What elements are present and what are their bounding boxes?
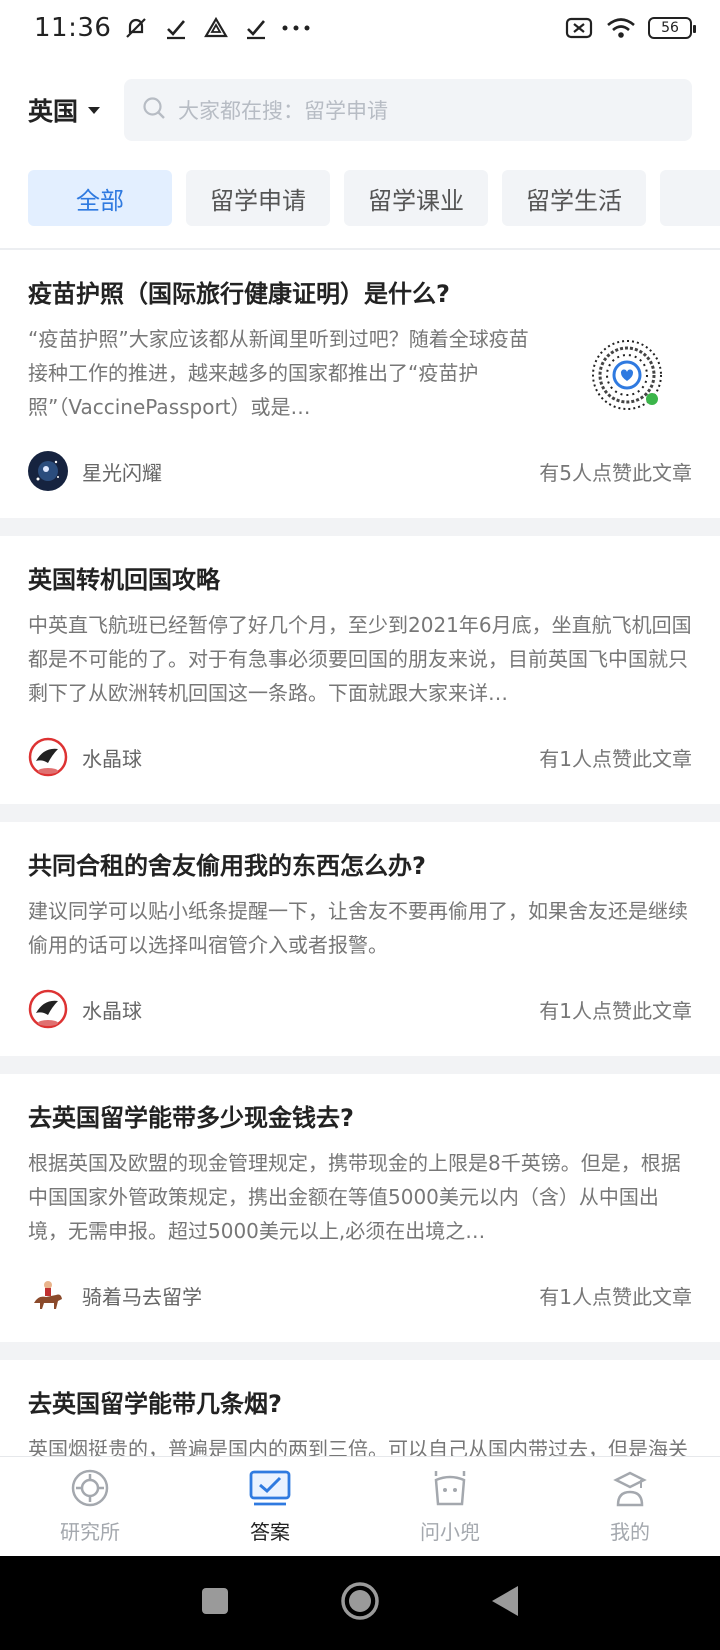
nav-profile[interactable]: 我的 bbox=[540, 1457, 720, 1556]
article-excerpt: 根据英国及欧盟的现金管理规定，携带现金的上限是8千英镑。但是，根据中国国家外管政… bbox=[28, 1151, 681, 1243]
like-count: 有1人点赞此文章 bbox=[539, 1284, 692, 1309]
like-count: 有1人点赞此文章 bbox=[539, 998, 692, 1023]
author-name[interactable]: 水晶球 bbox=[82, 743, 142, 772]
like-count: 有5人点赞此文章 bbox=[539, 460, 692, 485]
battery-icon: 56 bbox=[648, 17, 696, 39]
nav-answers[interactable]: 答案 bbox=[180, 1457, 360, 1556]
search-header: 英国 大家都在搜：留学申请 bbox=[0, 78, 720, 142]
article-title: 去英国留学能带多少现金钱去? bbox=[28, 1104, 354, 1132]
nav-ask-bot[interactable]: 问小兜 bbox=[360, 1457, 540, 1556]
status-right: 56 bbox=[564, 13, 696, 43]
nav-label: 问小兜 bbox=[420, 1520, 480, 1544]
avatar[interactable] bbox=[28, 451, 68, 491]
avatar[interactable] bbox=[28, 1275, 68, 1315]
region-label: 英国 bbox=[28, 97, 79, 126]
robot-icon bbox=[428, 1468, 472, 1512]
check-icon bbox=[161, 13, 191, 43]
article-footer: 骑着马去留学 有1人点赞此文章 bbox=[28, 1248, 692, 1342]
article-card[interactable]: 去英国留学能带几条烟? 英国烟挺贵的，普遍是国内的两到三倍。可以自己从国内带过去… bbox=[0, 1360, 720, 1456]
tab-epidemic[interactable]: 疫 bbox=[660, 170, 720, 226]
wifi-icon bbox=[606, 13, 636, 43]
article-excerpt: 建议同学可以贴小纸条提醒一下，让舍友不要再偷用了，如果舍友还是继续偷用的话可以选… bbox=[28, 899, 688, 957]
qr-code-thumbnail bbox=[562, 330, 692, 420]
recents-button[interactable] bbox=[200, 1586, 230, 1620]
author-name[interactable]: 星光闪耀 bbox=[82, 457, 162, 486]
avatar[interactable] bbox=[28, 737, 68, 777]
bottom-nav: 研究所 答案 问小兜 我的 bbox=[0, 1456, 720, 1556]
article-card[interactable]: 去英国留学能带多少现金钱去? 根据英国及欧盟的现金管理规定，携带现金的上限是8千… bbox=[0, 1074, 720, 1342]
profile-icon bbox=[610, 1468, 650, 1512]
article-excerpt: 英国烟挺贵的，普遍是国内的两到三倍。可以自己从国内带过去，但是海关只允许带两条，… bbox=[28, 1437, 688, 1456]
battery-level: 56 bbox=[661, 20, 679, 36]
search-placeholder: 大家都在搜：留学申请 bbox=[178, 99, 388, 123]
compass-icon bbox=[70, 1468, 110, 1512]
tab-life[interactable]: 留学生活 bbox=[502, 170, 646, 226]
search-icon bbox=[142, 96, 166, 124]
article-card[interactable]: 英国转机回国攻略 中英直飞航班已经暂停了好几个月，至少到2021年6月底，坐直航… bbox=[0, 536, 720, 804]
tab-coursework[interactable]: 留学课业 bbox=[344, 170, 488, 226]
category-tabs: 全部 留学申请 留学课业 留学生活 疫 bbox=[28, 170, 720, 226]
article-title: 疫苗护照（国际旅行健康证明）是什么? bbox=[28, 280, 450, 308]
status-left: 11:36 bbox=[34, 13, 311, 43]
article-excerpt: 中英直飞航班已经暂停了好几个月，至少到2021年6月底，坐直航飞机回国都是不可能… bbox=[28, 613, 692, 705]
article-title: 共同合租的舍友偷用我的东西怎么办? bbox=[28, 852, 426, 880]
article-footer: 星光闪耀 有5人点赞此文章 bbox=[28, 424, 692, 518]
article-footer: 水晶球 有1人点赞此文章 bbox=[28, 962, 692, 1056]
like-count: 有1人点赞此文章 bbox=[539, 746, 692, 771]
avatar[interactable] bbox=[28, 989, 68, 1029]
home-button[interactable] bbox=[340, 1581, 380, 1625]
article-footer: 水晶球 有1人点赞此文章 bbox=[28, 710, 692, 804]
chevron-down-icon bbox=[88, 106, 101, 114]
status-time: 11:36 bbox=[34, 13, 112, 43]
mute-icon bbox=[121, 13, 151, 43]
article-card[interactable]: 疫苗护照（国际旅行健康证明）是什么? “疫苗护照”大家应该都从新闻里听到过吧？随… bbox=[0, 250, 720, 518]
article-title: 英国转机回国攻略 bbox=[28, 566, 220, 594]
tab-application[interactable]: 留学申请 bbox=[186, 170, 330, 226]
answer-icon bbox=[248, 1468, 292, 1512]
check-icon bbox=[241, 13, 271, 43]
more-icon bbox=[281, 13, 311, 43]
nav-label: 答案 bbox=[250, 1520, 290, 1544]
region-selector[interactable]: 英国 bbox=[28, 92, 124, 128]
drive-icon bbox=[201, 13, 231, 43]
back-button[interactable] bbox=[490, 1584, 520, 1622]
author-name[interactable]: 骑着马去留学 bbox=[82, 1281, 202, 1310]
status-bar: 11:36 56 bbox=[0, 0, 720, 56]
nav-label: 研究所 bbox=[60, 1520, 120, 1544]
sim-off-icon bbox=[564, 13, 594, 43]
tab-all[interactable]: 全部 bbox=[28, 170, 172, 226]
article-title: 去英国留学能带几条烟? bbox=[28, 1390, 282, 1418]
system-nav-bar bbox=[0, 1556, 720, 1650]
article-card[interactable]: 共同合租的舍友偷用我的东西怎么办? 建议同学可以贴小纸条提醒一下，让舍友不要再偷… bbox=[0, 822, 720, 1056]
nav-label: 我的 bbox=[610, 1520, 650, 1544]
search-input[interactable]: 大家都在搜：留学申请 bbox=[124, 79, 692, 141]
article-excerpt: “疫苗护照”大家应该都从新闻里听到过吧？随着全球疫苗接种工作的推进，越来越多的国… bbox=[28, 327, 529, 419]
article-feed[interactable]: 疫苗护照（国际旅行健康证明）是什么? “疫苗护照”大家应该都从新闻里听到过吧？随… bbox=[0, 250, 720, 1456]
author-name[interactable]: 水晶球 bbox=[82, 995, 142, 1024]
nav-research[interactable]: 研究所 bbox=[0, 1457, 180, 1556]
